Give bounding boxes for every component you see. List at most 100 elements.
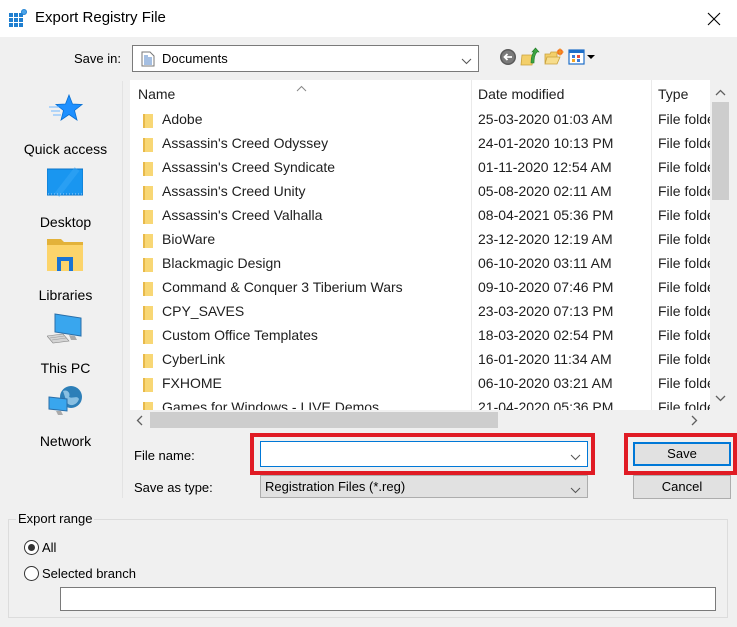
branch-path-field[interactable] — [60, 587, 716, 611]
column-header-row: Name Date modified Type — [130, 80, 710, 410]
close-icon — [707, 12, 721, 25]
column-header-name[interactable]: Name — [138, 86, 175, 102]
file-list[interactable]: Name Date modified Type Adobe 25-03-2020 … — [130, 80, 737, 430]
file-name: Adobe — [162, 111, 203, 127]
file-name: BioWare — [162, 231, 216, 247]
place-quick-access[interactable]: Quick access — [8, 93, 123, 163]
place-network[interactable]: Network — [8, 385, 123, 455]
file-date-modified: 08-04-2021 05:36 PM — [478, 207, 614, 223]
scroll-left-icon[interactable] — [136, 414, 143, 429]
file-type: File folder — [658, 327, 710, 343]
folder-icon — [143, 402, 153, 410]
radio-circle[interactable] — [24, 540, 39, 555]
file-name: Games for Windows - LIVE Demos — [162, 399, 380, 410]
horizontal-scrollbar-thumb[interactable] — [150, 412, 498, 428]
folder-icon — [143, 138, 153, 152]
file-row[interactable]: Command & Conquer 3 Tiberium Wars 09-10-2… — [130, 276, 710, 300]
branch-path-input[interactable] — [61, 588, 715, 610]
up-one-level-button[interactable] — [520, 47, 540, 67]
file-type: File folder — [658, 135, 710, 151]
column-header-date[interactable]: Date modified — [478, 86, 564, 102]
file-type: File folder — [658, 399, 710, 410]
place-label: Quick access — [23, 141, 108, 157]
radio-label[interactable]: All — [42, 540, 56, 555]
folder-icon — [143, 378, 153, 392]
scroll-up-icon[interactable] — [715, 84, 726, 99]
folder-icon — [143, 354, 153, 368]
save-as-type-value: Registration Files (*.reg) — [265, 479, 406, 494]
view-menu-icon — [568, 49, 595, 65]
file-row[interactable]: Games for Windows - LIVE Demos 21-04-2020… — [130, 396, 710, 410]
file-type: File folder — [658, 111, 710, 127]
file-row[interactable]: CyberLink 16-01-2020 11:34 AM File folder — [130, 348, 710, 372]
file-name: Assassin's Creed Unity — [162, 183, 306, 199]
computer-icon — [46, 312, 83, 344]
chevron-down-icon[interactable] — [570, 449, 581, 464]
documents-icon — [141, 51, 155, 70]
cancel-button[interactable]: Cancel — [633, 475, 731, 499]
file-row[interactable]: Custom Office Templates 18-03-2020 02:54 … — [130, 324, 710, 348]
place-libraries[interactable]: Libraries — [8, 239, 123, 309]
file-date-modified: 09-10-2020 07:46 PM — [478, 279, 614, 295]
place-this-pc[interactable]: This PC — [8, 312, 123, 382]
folder-icon — [143, 162, 153, 176]
folder-icon — [143, 234, 153, 248]
folder-icon — [143, 210, 153, 224]
back-button[interactable] — [498, 47, 518, 67]
new-folder-button[interactable] — [544, 47, 564, 67]
file-type: File folder — [658, 159, 710, 175]
registry-icon — [9, 9, 27, 27]
file-row[interactable]: Assassin's Creed Odyssey 24-01-2020 10:13… — [130, 132, 710, 156]
vertical-scrollbar[interactable] — [710, 80, 737, 410]
save-in-dropdown[interactable]: Documents — [132, 45, 479, 72]
file-row[interactable]: Assassin's Creed Syndicate 01-11-2020 12:… — [130, 156, 710, 180]
chevron-down-icon — [461, 53, 472, 68]
file-date-modified: 06-10-2020 03:11 AM — [478, 255, 612, 271]
file-row[interactable]: Assassin's Creed Valhalla 08-04-2021 05:3… — [130, 204, 710, 228]
file-row[interactable]: Adobe 25-03-2020 01:03 AM File folder — [130, 108, 710, 132]
place-desktop[interactable]: Desktop — [8, 166, 123, 236]
scroll-right-icon[interactable] — [691, 414, 698, 429]
scrollbar-corner — [710, 410, 737, 430]
file-name: FXHOME — [162, 375, 222, 391]
radio-selected-dot — [28, 544, 35, 551]
file-name: Blackmagic Design — [162, 255, 282, 271]
scroll-down-icon[interactable] — [715, 390, 726, 405]
back-arrow-icon — [500, 49, 516, 65]
file-name: Assassin's Creed Valhalla — [162, 207, 323, 223]
view-menu-button[interactable] — [568, 47, 596, 67]
save-as-type-dropdown[interactable]: Registration Files (*.reg) — [260, 475, 588, 498]
file-name-combobox[interactable] — [260, 441, 588, 467]
window-title: Export Registry File — [35, 9, 166, 26]
file-date-modified: 24-01-2020 10:13 PM — [478, 135, 614, 151]
place-label: This PC — [40, 360, 91, 376]
vertical-scrollbar-thumb[interactable] — [712, 102, 729, 200]
file-type: File folder — [658, 375, 710, 391]
file-date-modified: 25-03-2020 01:03 AM — [478, 111, 613, 127]
file-row[interactable]: Assassin's Creed Unity 05-08-2020 02:11 A… — [130, 180, 710, 204]
file-name: Assassin's Creed Odyssey — [162, 135, 329, 151]
file-row[interactable]: FXHOME 06-10-2020 03:21 AM File folder — [130, 372, 710, 396]
save-in-label: Save in: — [74, 51, 121, 66]
file-name: Assassin's Creed Syndicate — [162, 159, 336, 175]
file-date-modified: 21-04-2020 05:36 PM — [478, 399, 614, 410]
file-date-modified: 16-01-2020 11:34 AM — [478, 351, 612, 367]
libraries-icon — [47, 239, 83, 271]
file-name-input[interactable] — [261, 442, 561, 466]
file-date-modified: 18-03-2020 02:54 PM — [478, 327, 614, 343]
file-type: File folder — [658, 303, 710, 319]
file-row[interactable]: CPY_SAVES 23-03-2020 07:13 PM File folder — [130, 300, 710, 324]
file-row[interactable]: BioWare 23-12-2020 12:19 AM File folder — [130, 228, 710, 252]
column-header-type[interactable]: Type — [658, 86, 688, 102]
file-type: File folder — [658, 183, 710, 199]
close-button[interactable] — [691, 0, 737, 37]
desktop-icon — [46, 166, 84, 198]
file-date-modified: 23-12-2020 12:19 AM — [478, 231, 613, 247]
radio-label[interactable]: Selected branch — [42, 566, 136, 581]
file-row[interactable]: Blackmagic Design 06-10-2020 03:11 AM File… — [130, 252, 710, 276]
radio-circle[interactable] — [24, 566, 39, 581]
network-icon — [47, 385, 83, 417]
horizontal-scrollbar[interactable] — [130, 410, 710, 430]
file-date-modified: 23-03-2020 07:13 PM — [478, 303, 614, 319]
save-button[interactable]: Save — [633, 442, 731, 466]
